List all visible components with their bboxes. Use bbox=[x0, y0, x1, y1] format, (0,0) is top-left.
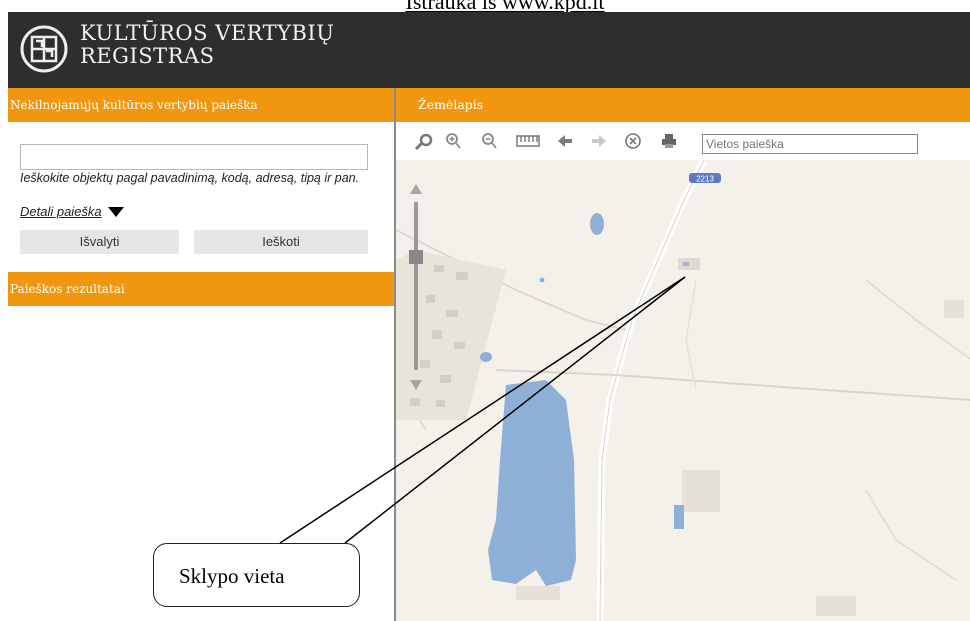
forward-icon[interactable] bbox=[590, 132, 608, 150]
brand-line-2: REGISTRAS bbox=[80, 44, 215, 68]
zoom-slider-handle[interactable] bbox=[409, 250, 423, 264]
print-icon[interactable] bbox=[660, 132, 678, 150]
brand-line-1: KULTŪROS VERTYBIŲ bbox=[80, 21, 335, 45]
zoom-out-icon[interactable] bbox=[480, 132, 498, 150]
map-canvas[interactable]: 2213 bbox=[396, 160, 970, 621]
registry-logo-icon[interactable] bbox=[20, 25, 68, 73]
app-header: KULTŪROS VERTYBIŲ REGISTRAS bbox=[8, 12, 970, 88]
back-icon[interactable] bbox=[556, 132, 574, 150]
search-hint: Ieškokite objektų pagal pavadinimą, kodą… bbox=[20, 171, 360, 185]
measure-icon[interactable] bbox=[516, 132, 540, 150]
page-caption: Ištrauka iš www.kpd.lt bbox=[405, 0, 605, 14]
plot-location-callout: Sklypo vieta bbox=[153, 543, 360, 607]
place-search-input[interactable] bbox=[702, 134, 918, 154]
zoom-up-icon[interactable] bbox=[410, 184, 422, 194]
map-panel: Žemėlapis Vietos paieška 2213 bbox=[394, 88, 970, 621]
results-panel-title: Paieškos rezultatai bbox=[8, 272, 394, 306]
pan-icon[interactable] bbox=[414, 132, 434, 150]
object-search-input[interactable] bbox=[20, 144, 368, 170]
map-toolbar bbox=[396, 122, 970, 160]
zoom-in-icon[interactable] bbox=[444, 132, 462, 150]
detailed-search-label: Detali paieška bbox=[20, 204, 102, 219]
map-drawing: 2213 bbox=[396, 160, 970, 621]
triangle-down-icon bbox=[107, 206, 124, 217]
road-number-label: 2213 bbox=[696, 175, 714, 184]
clear-button[interactable]: Išvalyti bbox=[20, 230, 179, 254]
detailed-search-link[interactable]: Detali paieška bbox=[20, 204, 124, 219]
search-panel: Nekilnojamųjų kultūros vertybių paieška … bbox=[8, 88, 394, 621]
map-panel-title: Žemėlapis bbox=[396, 88, 970, 122]
search-button[interactable]: Ieškoti bbox=[194, 230, 368, 254]
brand-title: KULTŪROS VERTYBIŲ REGISTRAS bbox=[80, 22, 334, 68]
clear-icon[interactable] bbox=[624, 132, 642, 150]
search-panel-title: Nekilnojamųjų kultūros vertybių paieška bbox=[8, 88, 394, 122]
